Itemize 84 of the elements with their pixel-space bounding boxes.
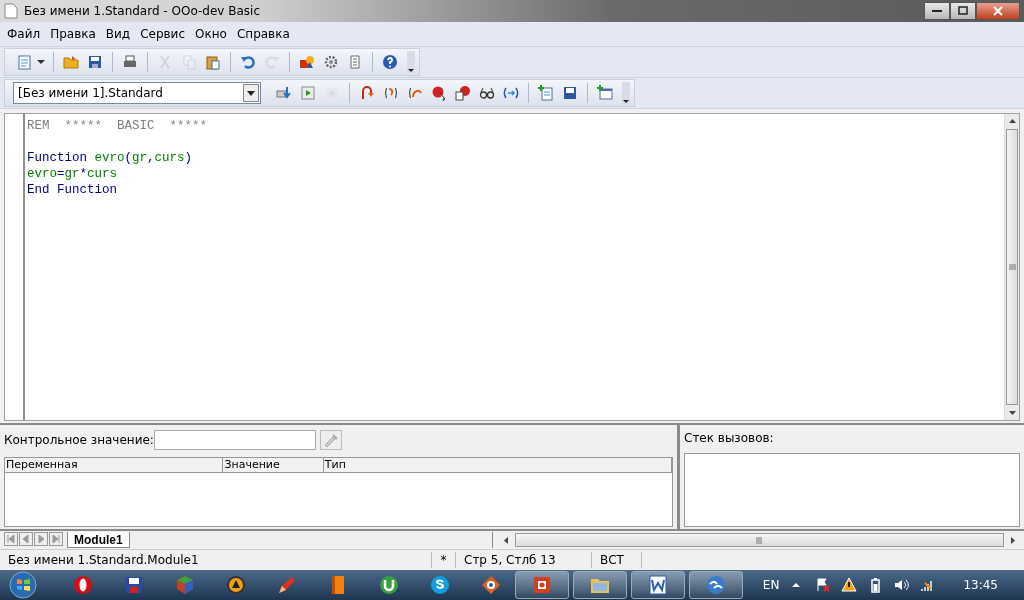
stop-icon xyxy=(324,85,340,101)
column-header[interactable]: Значение xyxy=(223,458,324,472)
call-stack-label: Стек вызовов: xyxy=(684,431,775,445)
status-field: Без имени 1.Standard.Module1 xyxy=(0,552,432,568)
language-indicator[interactable]: EN xyxy=(762,578,780,592)
breakpoint-icon xyxy=(431,85,447,101)
clock[interactable]: 13:45 xyxy=(963,578,998,592)
copy-icon xyxy=(181,54,197,70)
speaker-icon[interactable] xyxy=(893,577,910,593)
code-line: End Function xyxy=(27,182,119,198)
menu-item[interactable]: Сервис xyxy=(135,25,190,43)
brace-arrow-icon xyxy=(359,85,375,101)
caret-button[interactable] xyxy=(37,57,47,67)
close-button[interactable] xyxy=(976,2,1020,20)
scroll-arrow-icon xyxy=(504,536,508,544)
watch-label: Контрольное значение: xyxy=(4,433,154,447)
library-dropdown[interactable]: [Без имени 1].Standard xyxy=(13,82,261,104)
document-w-taskbar-button[interactable] xyxy=(631,571,685,599)
windows-logo-icon xyxy=(7,571,39,599)
overflow-icon[interactable] xyxy=(622,82,630,104)
code-line: Function evro(gr,curs) xyxy=(27,150,194,166)
module-tab[interactable]: Module1 xyxy=(67,532,130,548)
dialog-icon xyxy=(597,85,613,101)
brace-arrow-icon xyxy=(407,85,423,101)
scroll-arrow-icon xyxy=(1011,536,1015,544)
glasses-icon xyxy=(479,85,495,101)
breakpoint-icon xyxy=(455,85,471,101)
torrent-icon xyxy=(377,573,401,597)
column-header[interactable]: Переменная xyxy=(5,458,224,472)
bracket-arrow-icon xyxy=(503,85,519,101)
pencil-icon xyxy=(322,433,339,447)
status-field: * xyxy=(432,552,456,568)
document-icon xyxy=(16,54,32,70)
warning-icon[interactable] xyxy=(841,577,858,593)
triangle-icon xyxy=(52,535,60,543)
triangle-icon xyxy=(7,535,15,543)
menu-item[interactable]: Правка xyxy=(45,25,101,43)
document-w-icon xyxy=(646,573,670,597)
menu-item[interactable]: Файл xyxy=(2,25,46,43)
watch-input-field[interactable] xyxy=(153,430,316,450)
folder-icon xyxy=(63,54,79,70)
caret-icon xyxy=(247,90,255,96)
folder-taskbar-button[interactable] xyxy=(573,571,627,599)
grip-icon xyxy=(756,536,763,544)
menu-item[interactable]: Вид xyxy=(100,25,136,43)
minimize-button[interactable] xyxy=(924,2,950,20)
flag-icon[interactable] xyxy=(815,577,832,593)
gulls-taskbar-button[interactable] xyxy=(689,571,743,599)
help-icon xyxy=(382,54,398,70)
redo-icon xyxy=(264,54,280,70)
scissors-icon xyxy=(157,54,173,70)
clipboard-icon xyxy=(205,54,221,70)
maximize-button[interactable] xyxy=(950,2,976,20)
grip-icon xyxy=(1008,263,1016,271)
minimize-icon xyxy=(932,10,942,12)
overflow-icon[interactable] xyxy=(407,51,415,73)
floppy-page-icon xyxy=(562,85,578,101)
printer-icon xyxy=(122,54,138,70)
brace-arrow-icon xyxy=(383,85,399,101)
code-line: REM ***** BASIC ***** xyxy=(27,118,209,134)
menu-item[interactable]: Окно xyxy=(190,25,232,43)
presentation-taskbar-button[interactable] xyxy=(515,571,569,599)
scroll-icon xyxy=(347,54,363,70)
gulls-icon xyxy=(704,573,728,597)
play-icon xyxy=(300,85,316,101)
scroll-arrow-icon xyxy=(1008,411,1016,415)
vertical-scrollbar[interactable] xyxy=(1004,114,1019,420)
scroll-arrow-icon xyxy=(1008,119,1016,123)
caret-icon xyxy=(37,60,45,64)
menu-item[interactable]: Справка xyxy=(231,25,295,43)
window-title: Без имени 1.Standard - OOo-dev Basic xyxy=(24,4,261,18)
browser-icon xyxy=(71,573,95,597)
insert-page-icon xyxy=(538,85,554,101)
chat-icon xyxy=(428,573,452,597)
undo-icon xyxy=(240,54,256,70)
stack-arrow-icon xyxy=(276,85,292,101)
status-field: ВСТ xyxy=(592,552,642,568)
document-icon xyxy=(4,3,18,19)
status-field: Стр 5, Стлб 13 xyxy=(456,552,592,568)
shapes-icon xyxy=(299,54,315,70)
column-header[interactable]: Тип xyxy=(323,458,672,472)
gear-icon xyxy=(323,54,339,70)
floppy-icon xyxy=(87,54,103,70)
code-line: evro=gr*curs xyxy=(27,166,119,182)
